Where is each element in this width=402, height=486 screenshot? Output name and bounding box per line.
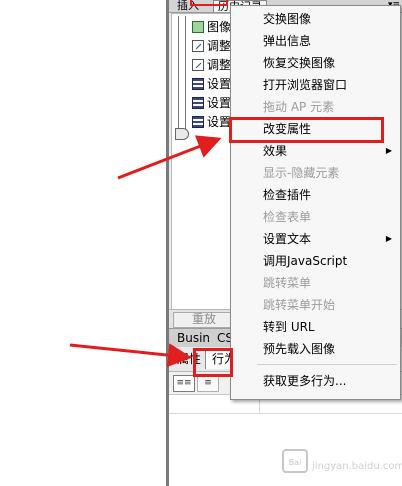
history-tab-highlight [190, 0, 228, 6]
menu-item-get-more-behaviors[interactable]: 获取更多行为... [231, 370, 400, 392]
history-item-label: 设置 [207, 96, 232, 110]
history-item[interactable]: 设置 [192, 113, 231, 131]
history-item-label: 设置 [207, 115, 232, 129]
menu-item-check-plugin[interactable]: 检查插件 [231, 184, 400, 206]
menu-item-label: 跳转菜单开始 [263, 298, 336, 312]
menu-item-label: 拖动 AP 元素 [263, 100, 335, 114]
history-item-label: 设置 [207, 77, 232, 91]
menu-item-label: 交换图像 [263, 12, 312, 26]
history-slider-track[interactable] [178, 16, 186, 136]
set-text-icon [192, 78, 204, 90]
menu-item-go-to-url[interactable]: 转到 URL [231, 316, 400, 338]
behaviors-tab-highlight [193, 348, 233, 377]
menu-item-jump-menu: 跳转菜单 [231, 272, 400, 294]
menu-item-label: 打开浏览器窗口 [263, 78, 348, 92]
image-icon [192, 21, 204, 33]
history-item[interactable]: 图像 [192, 18, 231, 36]
menu-item-swap-image-restore[interactable]: 恢复交换图像 [231, 52, 400, 74]
change-property-highlight [229, 117, 384, 143]
menu-item-label: 弹出信息 [263, 34, 312, 48]
resize-icon [192, 59, 204, 71]
menu-item-call-javascript[interactable]: 调用JavaScript [231, 250, 400, 272]
menu-item-label: 转到 URL [263, 320, 315, 334]
menu-item-open-browser-window[interactable]: 打开浏览器窗口 [231, 74, 400, 96]
add-behavior-menu: 交换图像 弹出信息 恢复交换图像 打开浏览器窗口 拖动 AP 元素 改变属性 效… [230, 5, 401, 400]
history-slider-handle[interactable] [175, 128, 189, 140]
menu-item-label: 恢复交换图像 [263, 56, 336, 70]
menu-item-preload-images[interactable]: 预先载入图像 [231, 338, 400, 360]
menu-item-popup-message[interactable]: 弹出信息 [231, 30, 400, 52]
resize-icon [192, 40, 204, 52]
menu-item-drag-ap-element: 拖动 AP 元素 [231, 96, 400, 118]
menu-item-set-text[interactable]: 设置文本 ▶ [231, 228, 400, 250]
history-item-label: 调整 [207, 39, 232, 53]
menu-item-label: 跳转菜单 [263, 276, 312, 290]
submenu-arrow-icon: ▶ [385, 146, 392, 155]
show-set-events-button[interactable]: ≡≡ [173, 375, 195, 392]
menu-item-label: 预先载入图像 [263, 342, 336, 356]
set-text-icon [192, 116, 204, 128]
menu-item-label: 检查插件 [263, 188, 312, 202]
menu-item-effects[interactable]: 效果 ▶ [231, 140, 400, 162]
menu-item-validate-form: 检查表单 [231, 206, 400, 228]
document-canvas[interactable] [0, 0, 166, 486]
history-item[interactable]: 调整 [192, 37, 231, 55]
menu-item-label: 效果 [263, 144, 288, 158]
history-item[interactable]: 调整 [192, 56, 231, 74]
menu-item-label: 检查表单 [263, 210, 312, 224]
history-list: 图像 调整 调整 设置 设置 设置 [171, 13, 233, 315]
menu-item-jump-menu-go: 跳转菜单开始 [231, 294, 400, 316]
history-item-label: 图像 [207, 20, 232, 34]
screenshot: 插入 历史记录 ▾≡ 图像 调整 调整 设置 设置 设置 [0, 0, 402, 486]
submenu-arrow-icon: ▶ [385, 234, 392, 243]
history-item[interactable]: 设置 [192, 75, 231, 93]
history-item[interactable]: 设置 [192, 94, 231, 112]
menu-item-label: 显示-隐藏元素 [263, 166, 340, 180]
menu-item-label: 设置文本 [263, 232, 312, 246]
tab-business[interactable]: Busin [177, 331, 210, 345]
replay-button[interactable]: 重放 [173, 312, 235, 328]
baidu-logo-icon: Bai [282, 449, 308, 473]
show-all-events-button[interactable]: ≡ [197, 375, 219, 392]
set-text-icon [192, 97, 204, 109]
menu-item-label: 获取更多行为... [263, 374, 347, 388]
menu-item-swap-image[interactable]: 交换图像 [231, 8, 400, 30]
menu-item-label: 调用JavaScript [263, 254, 348, 268]
watermark-site: jingyan.baidu.com [312, 461, 402, 472]
watermark: Bai jingyan.baidu.com [282, 447, 402, 477]
menu-item-show-hide-elements: 显示-隐藏元素 [231, 162, 400, 184]
history-item-label: 调整 [207, 58, 232, 72]
menu-separator [257, 364, 397, 365]
